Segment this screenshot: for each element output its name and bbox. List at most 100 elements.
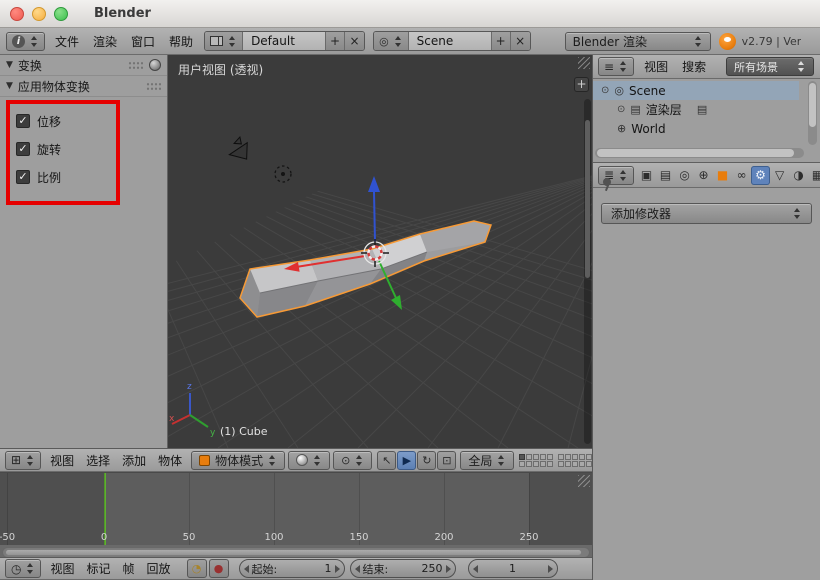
add-modifier-select[interactable]: 添加修改器 xyxy=(601,203,812,224)
properties-tab-world[interactable]: ⊕ xyxy=(694,166,713,185)
drag-dots-icon[interactable] xyxy=(128,61,143,70)
menu-help[interactable]: 帮助 xyxy=(162,28,200,54)
layer-cell[interactable] xyxy=(579,461,585,467)
layout-dropdown[interactable] xyxy=(205,32,242,50)
outliner-menu-search[interactable]: 搜索 xyxy=(675,55,713,78)
layer-cell[interactable] xyxy=(519,461,525,467)
menu-file[interactable]: 文件 xyxy=(48,28,86,54)
orientation-selector[interactable]: 全局 xyxy=(460,451,514,470)
render-engine-select[interactable]: Blender 渲染 xyxy=(565,32,711,51)
outliner-item-render-layers[interactable]: ⊙▤渲染层▤ xyxy=(593,100,799,119)
outliner-menu-view[interactable]: 视图 xyxy=(637,55,675,78)
editor-type-button-timeline[interactable]: ◷ xyxy=(5,559,41,578)
layer-cell[interactable] xyxy=(540,454,546,460)
viewport-canvas[interactable]: z x y xyxy=(168,55,592,448)
disclosure-icon[interactable]: ⊙ xyxy=(617,104,625,115)
timeline-menu-playback[interactable]: 回放 xyxy=(141,558,177,579)
timeline-menu-marker[interactable]: 标记 xyxy=(81,558,117,579)
viewport-menu-view[interactable]: 视图 xyxy=(44,449,80,471)
panel-apply-object-transform[interactable]: ▼ 应用物体变换 xyxy=(0,76,167,97)
checkbox-scale[interactable]: ✓ xyxy=(16,170,30,184)
scene-name-field[interactable]: Scene xyxy=(408,32,492,50)
add-layout-button[interactable]: + xyxy=(326,32,345,50)
start-frame-field[interactable]: 起始: 1 xyxy=(239,559,345,578)
layer-cell[interactable] xyxy=(526,454,532,460)
layer-cell[interactable] xyxy=(565,461,571,467)
timeline-menu-frame[interactable]: 帧 xyxy=(117,558,141,579)
layer-cell[interactable] xyxy=(540,461,546,467)
region-grip-icon[interactable] xyxy=(578,57,590,69)
delete-layout-button[interactable]: × xyxy=(345,32,364,50)
scene-selector[interactable]: ◎ Scene + × xyxy=(373,31,531,51)
maximize-button[interactable] xyxy=(54,7,68,21)
layer-cell[interactable] xyxy=(572,461,578,467)
properties-tab-material[interactable]: ◑ xyxy=(789,166,808,185)
layer-cell[interactable] xyxy=(579,454,585,460)
properties-tab-scene[interactable]: ◎ xyxy=(675,166,694,185)
render-layers-icon[interactable]: ▤ xyxy=(697,103,707,116)
preview-range-button[interactable]: ◔ xyxy=(187,559,207,578)
layer-cell[interactable] xyxy=(519,454,525,460)
panel-expand-icon[interactable]: ▼ xyxy=(6,60,13,70)
record-button[interactable]: ● xyxy=(209,559,229,578)
properties-tab-render-layers[interactable]: ▤ xyxy=(656,166,675,185)
layer-cell[interactable] xyxy=(572,454,578,460)
outliner-item-world[interactable]: ⊕World xyxy=(593,119,799,138)
panel-sphere-icon[interactable] xyxy=(149,59,161,71)
titlebar[interactable]: Blender xyxy=(0,0,820,28)
checkbox-row-scale[interactable]: ✓比例 xyxy=(16,163,167,191)
current-frame-field[interactable]: 1 xyxy=(468,559,558,578)
delete-scene-button[interactable]: × xyxy=(511,32,530,50)
translate-manipulator-button[interactable]: ▶ xyxy=(397,451,416,470)
properties-tab-object[interactable]: ■ xyxy=(713,166,732,185)
drag-dots-icon[interactable] xyxy=(146,82,161,91)
pivot-center-selector[interactable]: ⊙ xyxy=(333,451,372,470)
region-grip-icon[interactable] xyxy=(578,475,590,487)
scene-dropdown[interactable]: ◎ xyxy=(374,32,408,50)
outliner-item-scene[interactable]: ⊙◎Scene xyxy=(593,81,799,100)
properties-region-expand-button[interactable]: + xyxy=(574,77,589,92)
minimize-button[interactable] xyxy=(32,7,46,21)
properties-tab-data[interactable]: ▽ xyxy=(770,166,789,185)
disclosure-icon[interactable]: ⊙ xyxy=(601,85,609,96)
layer-cell[interactable] xyxy=(558,454,564,460)
layer-cell[interactable] xyxy=(533,461,539,467)
timeline-menu-view[interactable]: 视图 xyxy=(44,558,80,579)
layer-cell[interactable] xyxy=(547,454,553,460)
close-button[interactable] xyxy=(10,7,24,21)
mode-selector[interactable]: 物体模式 xyxy=(191,451,285,470)
layer-cell[interactable] xyxy=(526,461,532,467)
rotate-manipulator-button[interactable]: ↻ xyxy=(417,451,436,470)
screen-layout-selector[interactable]: Default + × xyxy=(204,31,365,51)
3d-viewport[interactable]: z x y 用户视图 (透视) (1) Cube + xyxy=(168,55,592,448)
pin-icon[interactable] xyxy=(603,178,611,186)
properties-tab-render[interactable]: ▣ xyxy=(637,166,656,185)
layer-cell[interactable] xyxy=(558,461,564,467)
outliner-horizontal-scrollbar[interactable] xyxy=(595,148,804,158)
panel-transform[interactable]: ▼ 变换 xyxy=(0,55,167,76)
add-scene-button[interactable]: + xyxy=(492,32,511,50)
checkbox-location[interactable]: ✓ xyxy=(16,114,30,128)
outliner-vertical-scrollbar[interactable] xyxy=(808,81,817,145)
layer-cell[interactable] xyxy=(547,461,553,467)
viewport-menu-add[interactable]: 添加 xyxy=(116,449,152,471)
layer-cell[interactable] xyxy=(533,454,539,460)
display-filter-select[interactable]: 所有场景 xyxy=(726,57,814,76)
timeline-canvas[interactable]: -50050100150200250 xyxy=(0,472,592,545)
layout-name-field[interactable]: Default xyxy=(242,32,326,50)
viewport-scrollbar[interactable] xyxy=(584,99,591,444)
layer-cell[interactable] xyxy=(565,454,571,460)
editor-type-button-outliner[interactable]: ≡ xyxy=(598,57,634,76)
end-frame-field[interactable]: 结束: 250 xyxy=(350,559,456,578)
checkbox-row-rotation[interactable]: ✓旋转 xyxy=(16,135,167,163)
menu-render[interactable]: 渲染 xyxy=(86,28,124,54)
checkbox-rotation[interactable]: ✓ xyxy=(16,142,30,156)
viewport-shading-selector[interactable] xyxy=(288,451,330,470)
properties-tab-constraints[interactable]: ∞ xyxy=(732,166,751,185)
scale-manipulator-button[interactable]: ⊡ xyxy=(437,451,456,470)
editor-type-button-3dview[interactable]: ⊞ xyxy=(5,451,41,470)
manipulator-toggle-button[interactable]: ↖ xyxy=(377,451,396,470)
properties-tab-modifiers[interactable]: ⚙ xyxy=(751,166,770,185)
viewport-menu-select[interactable]: 选择 xyxy=(80,449,116,471)
panel-expand-icon[interactable]: ▼ xyxy=(6,81,13,91)
